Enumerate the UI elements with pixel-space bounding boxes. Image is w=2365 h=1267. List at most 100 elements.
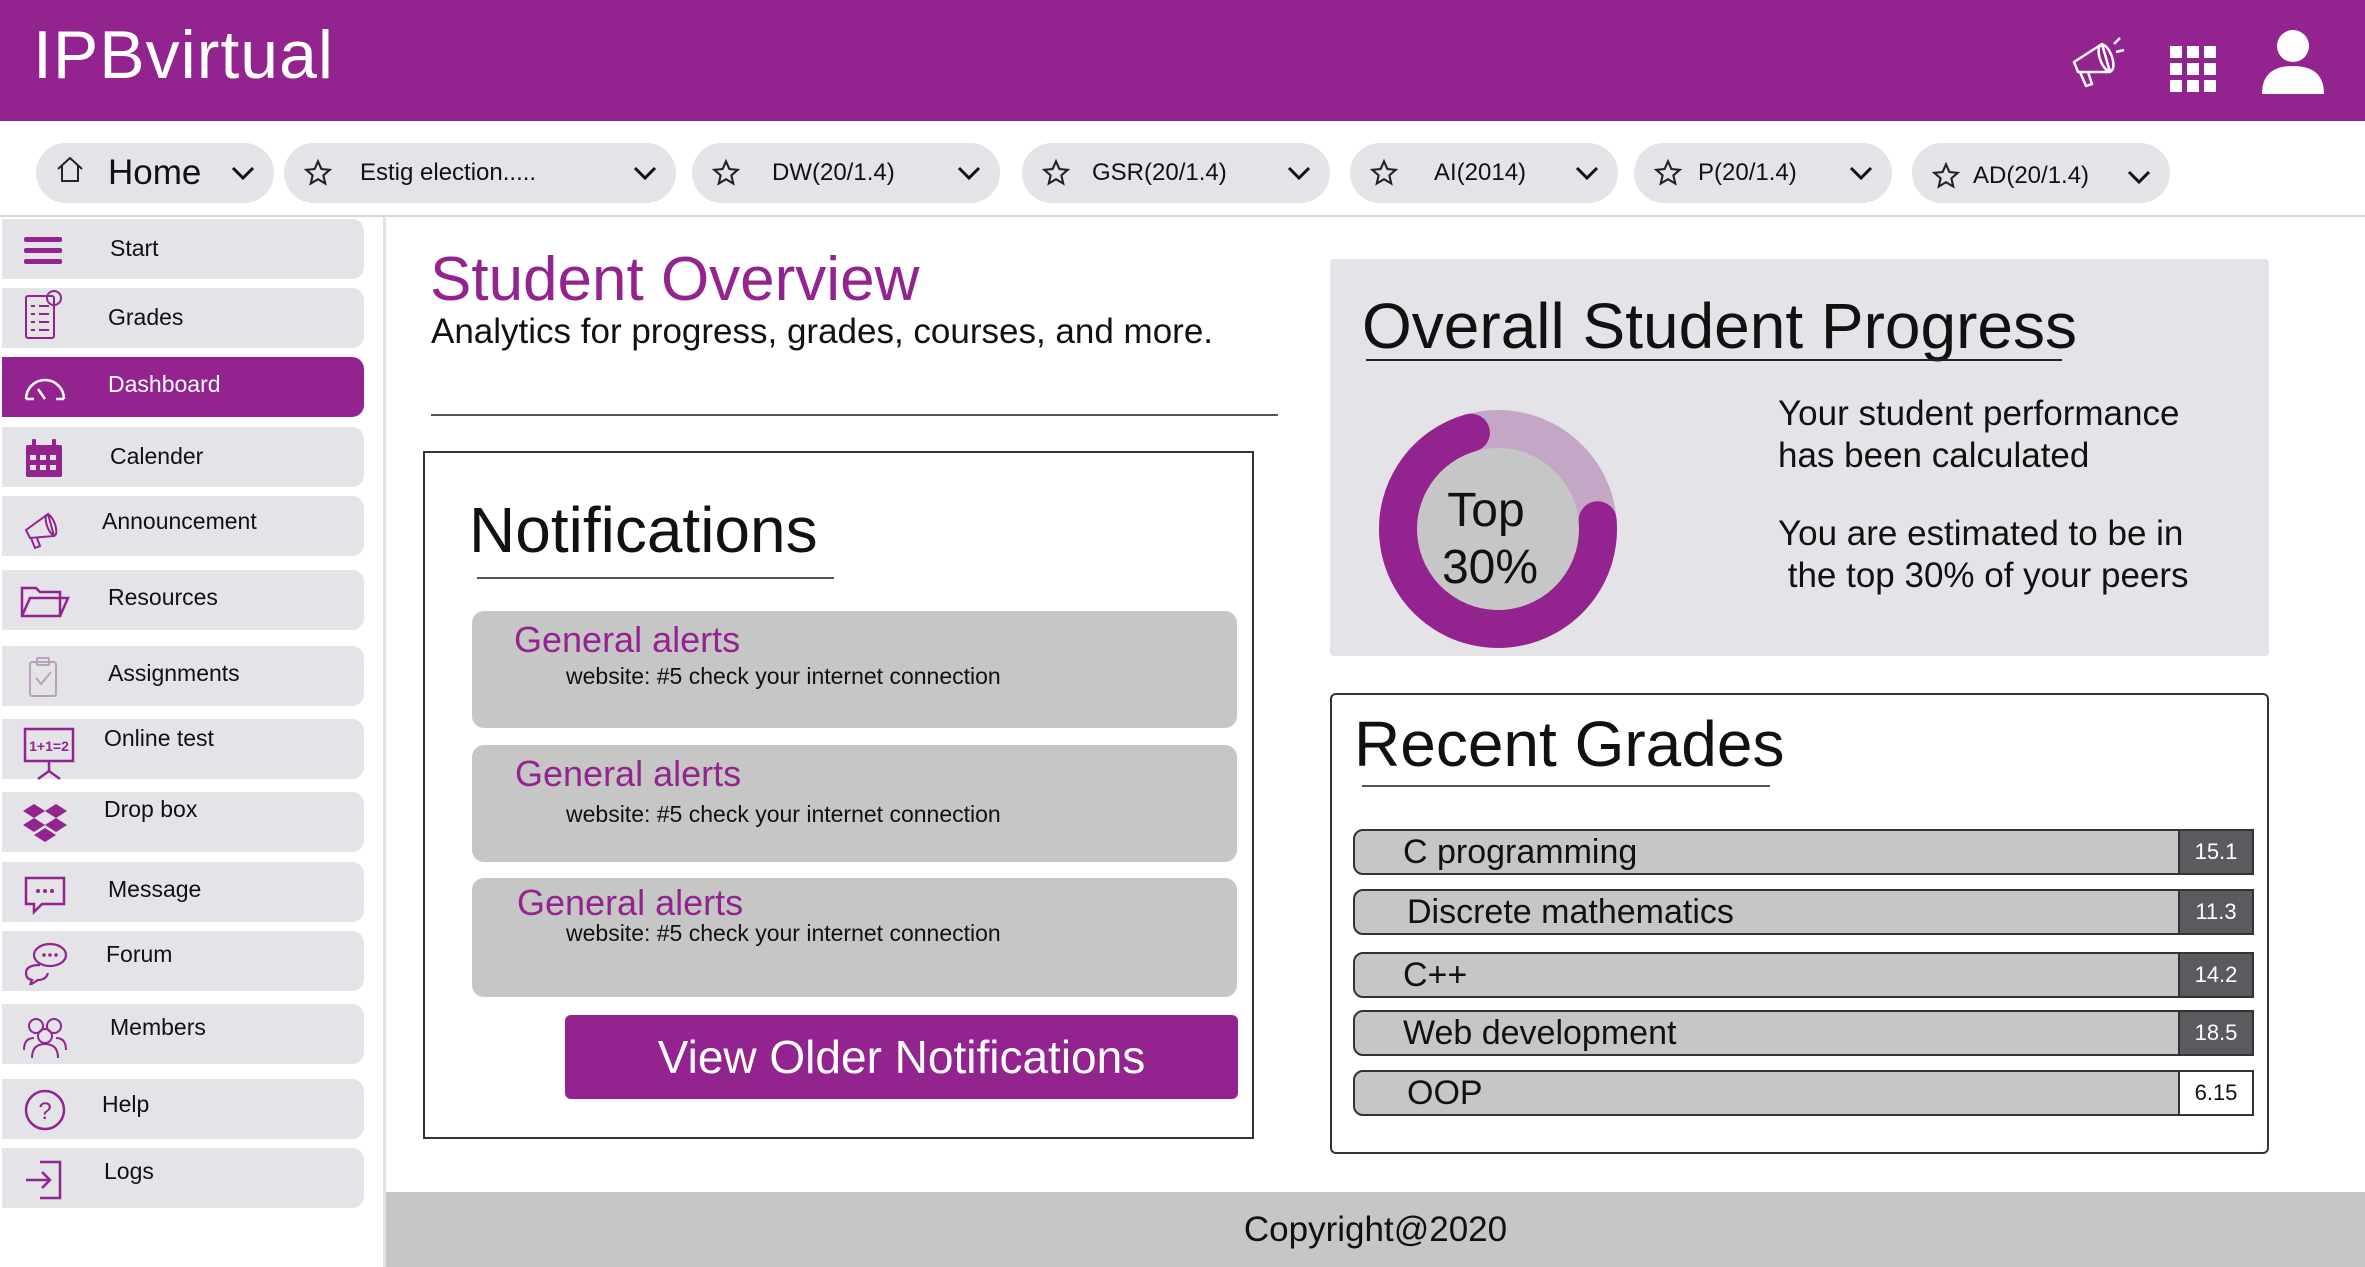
forum-icon bbox=[24, 942, 68, 985]
progress-text: has been calculated bbox=[1778, 436, 2090, 475]
calendar-icon bbox=[26, 439, 62, 477]
help-icon: ? bbox=[24, 1089, 66, 1131]
sidebar-item-help[interactable]: ? Help bbox=[2, 1079, 364, 1139]
star-icon bbox=[1932, 162, 1960, 189]
sidebar-item-forum[interactable]: Forum bbox=[2, 931, 364, 991]
recent-grades-card: Recent Grades C programming 15.1 Discret… bbox=[1330, 693, 2269, 1154]
tab-ad[interactable]: AD(20/1.4) bbox=[1912, 143, 2170, 203]
divider bbox=[431, 414, 1278, 416]
notification-title: General alerts bbox=[517, 882, 744, 923]
divider bbox=[1362, 785, 1770, 787]
tab-label: GSR(20/1.4) bbox=[1092, 159, 1227, 186]
course-name: OOP bbox=[1407, 1074, 1483, 1112]
tab-label: AD(20/1.4) bbox=[1973, 162, 2090, 189]
app-title: IPBvirtual bbox=[33, 17, 334, 93]
course-name: C++ bbox=[1403, 956, 1468, 994]
grades-icon bbox=[25, 290, 62, 339]
grade-row[interactable]: C programming 15.1 bbox=[1353, 829, 2254, 875]
tab-bar: Home Estig election..... DW(20/1.4) GSR(… bbox=[0, 121, 2365, 217]
progress-text: Your student performance bbox=[1778, 394, 2180, 433]
sidebar: Start Grades Dashboard Calender Announce… bbox=[0, 217, 386, 1267]
grade-value: 15.1 bbox=[2178, 831, 2252, 873]
apps-grid-icon[interactable] bbox=[2168, 44, 2218, 94]
chevron-down-icon bbox=[1575, 166, 1599, 181]
grade-value: 14.2 bbox=[2178, 954, 2252, 996]
sidebar-item-members[interactable]: Members bbox=[2, 1004, 364, 1064]
megaphone-icon[interactable] bbox=[2066, 32, 2126, 92]
folder-icon bbox=[20, 586, 70, 618]
dropbox-icon bbox=[23, 804, 67, 842]
chevron-down-icon bbox=[1849, 166, 1873, 181]
progress-card: Overall Student Progress Top 30% Your st… bbox=[1330, 259, 2269, 656]
sidebar-item-start[interactable]: Start bbox=[2, 219, 364, 279]
megaphone-icon bbox=[24, 512, 58, 550]
sidebar-item-dashboard[interactable]: Dashboard bbox=[2, 357, 364, 417]
grade-value: 11.3 bbox=[2178, 891, 2252, 933]
notification-text: website: #5 check your internet connecti… bbox=[566, 663, 1001, 689]
sidebar-item-label: Help bbox=[102, 1091, 150, 1117]
chevron-down-icon bbox=[2127, 170, 2151, 185]
sidebar-item-resources[interactable]: Resources bbox=[2, 570, 364, 630]
recent-grades-title: Recent Grades bbox=[1354, 708, 1785, 780]
tab-dw[interactable]: DW(20/1.4) bbox=[692, 143, 1000, 203]
star-icon bbox=[1370, 159, 1398, 186]
star-icon bbox=[1042, 159, 1070, 186]
members-icon bbox=[23, 1018, 67, 1058]
tab-home[interactable]: Home bbox=[36, 143, 274, 203]
sidebar-item-online-test[interactable]: 1+1=2 Online test bbox=[2, 719, 364, 781]
sidebar-item-label: Online test bbox=[104, 725, 214, 751]
course-name: Web development bbox=[1403, 1014, 1677, 1052]
progress-donut: Top 30% bbox=[1379, 410, 1617, 648]
grade-row[interactable]: OOP 6.15 bbox=[1353, 1070, 2254, 1116]
sidebar-item-announcement[interactable]: Announcement bbox=[2, 496, 364, 556]
home-icon bbox=[57, 156, 83, 182]
sidebar-item-label: Calender bbox=[110, 443, 204, 469]
clipboard-icon bbox=[29, 657, 57, 697]
progress-title: Overall Student Progress bbox=[1362, 290, 2077, 362]
grade-row[interactable]: C++ 14.2 bbox=[1353, 952, 2254, 998]
svg-text:?: ? bbox=[38, 1098, 51, 1125]
donut-label-top: Top bbox=[1447, 484, 1524, 537]
page-subtitle: Analytics for progress, grades, courses,… bbox=[431, 312, 1214, 351]
chevron-down-icon bbox=[1287, 166, 1311, 181]
speedometer-icon bbox=[24, 378, 66, 401]
grade-value: 18.5 bbox=[2178, 1012, 2252, 1054]
course-name: C programming bbox=[1403, 833, 1638, 871]
sidebar-item-drop-box[interactable]: Drop box bbox=[2, 792, 364, 852]
tab-p[interactable]: P(20/1.4) bbox=[1634, 143, 1892, 203]
sidebar-item-grades[interactable]: Grades bbox=[2, 288, 364, 348]
sidebar-item-message[interactable]: Message bbox=[2, 862, 364, 922]
tab-ai[interactable]: AI(2014) bbox=[1350, 143, 1618, 203]
grade-row[interactable]: Discrete mathematics 11.3 bbox=[1353, 889, 2254, 935]
tab-gsr[interactable]: GSR(20/1.4) bbox=[1022, 143, 1330, 203]
sidebar-item-label: Drop box bbox=[104, 796, 198, 822]
logout-icon bbox=[26, 1160, 62, 1200]
app-header: IPBvirtual bbox=[0, 0, 2365, 121]
message-icon bbox=[24, 876, 66, 916]
notification-title: General alerts bbox=[514, 619, 741, 660]
divider bbox=[1366, 359, 2062, 361]
copyright-text: Copyright@2020 bbox=[1243, 1210, 1508, 1249]
view-older-notifications-button[interactable]: View Older Notifications bbox=[565, 1015, 1238, 1099]
tab-label: AI(2014) bbox=[1434, 159, 1527, 186]
page-title: Student Overview bbox=[430, 245, 920, 314]
sidebar-item-label: Forum bbox=[106, 941, 173, 967]
notification-item[interactable]: General alerts website: #5 check your in… bbox=[472, 878, 1237, 997]
sidebar-item-assignments[interactable]: Assignments bbox=[2, 646, 364, 706]
footer: Copyright@2020 bbox=[386, 1192, 2365, 1267]
notification-text: website: #5 check your internet connecti… bbox=[566, 801, 1001, 827]
sidebar-item-logs[interactable]: Logs bbox=[2, 1148, 364, 1208]
tab-label: DW(20/1.4) bbox=[772, 159, 895, 186]
sidebar-item-calender[interactable]: Calender bbox=[2, 427, 364, 487]
user-icon[interactable] bbox=[2258, 26, 2328, 96]
notification-item[interactable]: General alerts website: #5 check your in… bbox=[472, 745, 1237, 862]
star-icon bbox=[712, 159, 740, 186]
grade-row[interactable]: Web development 18.5 bbox=[1353, 1010, 2254, 1056]
notification-item[interactable]: General alerts website: #5 check your in… bbox=[472, 611, 1237, 728]
notifications-title: Notifications bbox=[469, 494, 818, 566]
sidebar-item-label: Logs bbox=[104, 1158, 154, 1184]
tab-estig-election[interactable]: Estig election..... bbox=[284, 143, 676, 203]
chevron-down-icon bbox=[633, 166, 657, 181]
menu-icon bbox=[24, 237, 62, 264]
svg-text:1+1=2: 1+1=2 bbox=[29, 738, 69, 754]
